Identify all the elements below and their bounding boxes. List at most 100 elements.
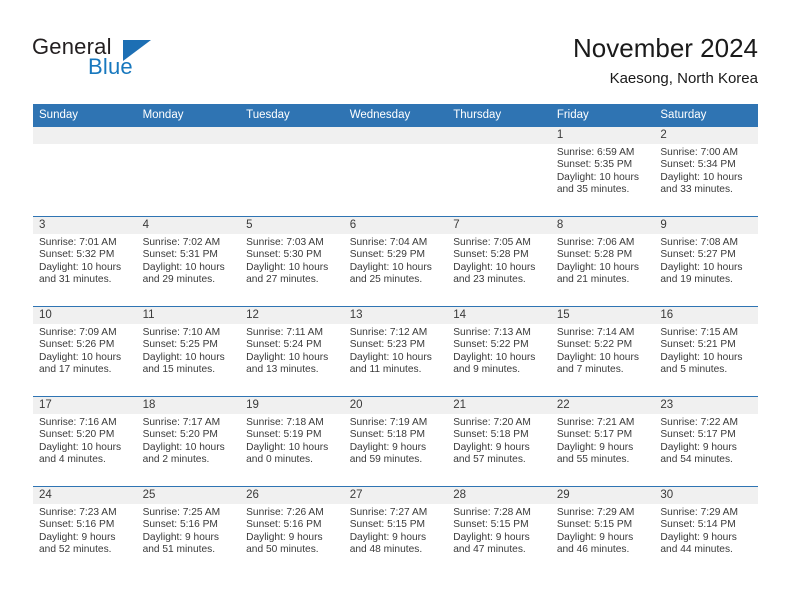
calendar-page: General Blue November 2024 Kaesong, Nort… (0, 0, 792, 612)
calendar-day-cell[interactable]: 17 Sunrise: 7:16 AM Sunset: 5:20 PM Dayligh… (33, 396, 137, 487)
calendar-day-cell[interactable]: 5 Sunrise: 7:03 AM Sunset: 5:30 PM Daylight… (240, 216, 344, 307)
day-number: 4 (136, 217, 241, 234)
daylight-text: Daylight: 9 hours and 54 minutes. (660, 441, 737, 466)
daylight-text: Daylight: 10 hours and 31 minutes. (39, 261, 122, 286)
sunset-text: Sunset: 5:22 PM (453, 339, 529, 351)
calendar-day-cell[interactable]: 8 Sunrise: 7:06 AM Sunset: 5:28 PM Daylight… (550, 216, 655, 307)
calendar-day-cell[interactable]: 30 Sunrise: 7:29 AM Sunset: 5:14 PM Dayligh… (654, 486, 758, 576)
day-details: Sunrise: 7:14 AM Sunset: 5:22 PM Daylight:… (551, 324, 655, 377)
day-number: 29 (550, 487, 655, 504)
day-details: Sunrise: 7:18 AM Sunset: 5:19 PM Daylight:… (240, 414, 344, 467)
daylight-text: Daylight: 9 hours and 52 minutes. (39, 531, 116, 556)
brand-logo[interactable]: General Blue (32, 34, 212, 84)
sunset-text: Sunset: 5:29 PM (349, 249, 426, 261)
calendar-table: Sunday Monday Tuesday Wednesday Thursday… (33, 104, 758, 576)
day-details: Sunrise: 7:05 AM Sunset: 5:28 PM Daylight:… (447, 234, 551, 287)
calendar-day-cell[interactable]: 23 Sunrise: 7:22 AM Sunset: 5:17 PM Dayligh… (654, 396, 758, 487)
day-details: Sunrise: 7:29 AM Sunset: 5:14 PM Daylight:… (654, 504, 758, 557)
calendar-body: 1 Sunrise: 6:59 AM Sunset: 5:35 PM Daylight… (33, 127, 758, 576)
day-details: Sunrise: 7:29 AM Sunset: 5:15 PM Daylight:… (551, 504, 655, 557)
sunset-text: Sunset: 5:34 PM (660, 159, 736, 171)
calendar-day-cell[interactable]: 20 Sunrise: 7:19 AM Sunset: 5:18 PM Dayligh… (343, 396, 448, 487)
sunset-text: Sunset: 5:32 PM (39, 249, 115, 261)
day-number: 26 (240, 487, 344, 504)
calendar-day-cell[interactable]: 4 Sunrise: 7:02 AM Sunset: 5:31 PM Daylight… (136, 216, 241, 307)
daylight-text: Daylight: 10 hours and 7 minutes. (556, 351, 639, 376)
calendar-day-cell[interactable]: 15 Sunrise: 7:14 AM Sunset: 5:22 PM Dayligh… (550, 306, 655, 397)
page-subtitle: Kaesong, North Korea (609, 70, 758, 87)
weekday-header-saturday: Saturday (654, 104, 758, 127)
sunset-text: Sunset: 5:19 PM (246, 429, 322, 441)
calendar-day-cell[interactable]: 28 Sunrise: 7:28 AM Sunset: 5:15 PM Dayligh… (447, 486, 551, 576)
sunrise-text: Sunrise: 7:13 AM (453, 327, 531, 338)
daylight-text: Daylight: 10 hours and 25 minutes. (349, 261, 432, 286)
sunrise-text: Sunrise: 7:01 AM (39, 237, 117, 248)
calendar-day-cell[interactable]: 3 Sunrise: 7:01 AM Sunset: 5:32 PM Daylight… (33, 216, 137, 307)
day-details: Sunrise: 7:25 AM Sunset: 5:16 PM Daylight:… (137, 504, 241, 557)
sunrise-text: Sunrise: 7:26 AM (246, 507, 324, 518)
calendar-day-cell[interactable]: 29 Sunrise: 7:29 AM Sunset: 5:15 PM Dayligh… (550, 486, 655, 576)
day-details: Sunrise: 7:08 AM Sunset: 5:27 PM Daylight:… (654, 234, 758, 287)
day-number: 23 (654, 397, 758, 414)
calendar-day-cell[interactable]: 1 Sunrise: 6:59 AM Sunset: 5:35 PM Daylight… (550, 127, 655, 217)
day-number: 8 (550, 217, 655, 234)
day-details: Sunrise: 7:26 AM Sunset: 5:16 PM Daylight:… (240, 504, 344, 557)
calendar-day-cell[interactable]: 10 Sunrise: 7:09 AM Sunset: 5:26 PM Dayligh… (33, 306, 137, 397)
calendar-day-cell[interactable]: 22 Sunrise: 7:21 AM Sunset: 5:17 PM Dayligh… (550, 396, 655, 487)
calendar-week-row: 3 Sunrise: 7:01 AM Sunset: 5:32 PM Daylight… (33, 216, 758, 307)
sunset-text: Sunset: 5:15 PM (556, 519, 633, 531)
calendar-day-cell[interactable]: 27 Sunrise: 7:27 AM Sunset: 5:15 PM Dayligh… (343, 486, 448, 576)
day-number: 21 (447, 397, 551, 414)
sunrise-text: Sunrise: 7:22 AM (660, 417, 738, 428)
calendar-day-cell[interactable]: 25 Sunrise: 7:25 AM Sunset: 5:16 PM Dayligh… (136, 486, 241, 576)
sunset-text: Sunset: 5:35 PM (556, 159, 633, 171)
calendar-day-cell[interactable]: 11 Sunrise: 7:10 AM Sunset: 5:25 PM Dayligh… (136, 306, 241, 397)
sunset-text: Sunset: 5:27 PM (660, 249, 736, 261)
day-number: 28 (447, 487, 551, 504)
day-details: Sunrise: 7:06 AM Sunset: 5:28 PM Daylight:… (551, 234, 655, 287)
calendar-day-cell[interactable]: 12 Sunrise: 7:11 AM Sunset: 5:24 PM Dayligh… (240, 306, 344, 397)
sunrise-text: Sunrise: 6:59 AM (556, 147, 635, 158)
calendar-day-cell[interactable]: 21 Sunrise: 7:20 AM Sunset: 5:18 PM Dayligh… (447, 396, 551, 487)
day-details: Sunrise: 7:10 AM Sunset: 5:25 PM Daylight:… (137, 324, 241, 377)
sunrise-text: Sunrise: 7:16 AM (39, 417, 117, 428)
calendar-day-cell[interactable]: 16 Sunrise: 7:15 AM Sunset: 5:21 PM Dayligh… (654, 306, 758, 397)
calendar-day-cell[interactable]: 7 Sunrise: 7:05 AM Sunset: 5:28 PM Daylight… (447, 216, 551, 307)
calendar-week-row: 17 Sunrise: 7:16 AM Sunset: 5:20 PM Dayligh… (33, 396, 758, 487)
calendar-day-cell[interactable]: 2 Sunrise: 7:00 AM Sunset: 5:34 PM Daylight… (654, 127, 758, 217)
day-details: Sunrise: 7:00 AM Sunset: 5:34 PM Daylight:… (654, 144, 758, 197)
day-details: Sunrise: 7:28 AM Sunset: 5:15 PM Daylight:… (447, 504, 551, 557)
calendar-day-cell[interactable]: 13 Sunrise: 7:12 AM Sunset: 5:23 PM Dayligh… (343, 306, 448, 397)
sunrise-text: Sunrise: 7:15 AM (660, 327, 738, 338)
day-details: Sunrise: 7:11 AM Sunset: 5:24 PM Daylight:… (240, 324, 344, 377)
calendar-header-row: Sunday Monday Tuesday Wednesday Thursday… (33, 104, 758, 127)
daylight-text: Daylight: 9 hours and 59 minutes. (349, 441, 427, 466)
sunrise-text: Sunrise: 7:04 AM (349, 237, 428, 248)
daylight-text: Daylight: 10 hours and 33 minutes. (660, 171, 743, 196)
sunset-text: Sunset: 5:31 PM (142, 249, 218, 261)
sunrise-text: Sunrise: 7:05 AM (453, 237, 531, 248)
calendar-day-cell[interactable]: 6 Sunrise: 7:04 AM Sunset: 5:29 PM Daylight… (343, 216, 448, 307)
day-details: Sunrise: 7:13 AM Sunset: 5:22 PM Daylight:… (447, 324, 551, 377)
sunset-text: Sunset: 5:15 PM (349, 519, 426, 531)
sunrise-text: Sunrise: 7:20 AM (453, 417, 531, 428)
calendar-day-cell[interactable]: 18 Sunrise: 7:17 AM Sunset: 5:20 PM Dayligh… (136, 396, 241, 487)
day-details: Sunrise: 7:20 AM Sunset: 5:18 PM Daylight:… (447, 414, 551, 467)
calendar-day-cell[interactable]: 14 Sunrise: 7:13 AM Sunset: 5:22 PM Dayligh… (447, 306, 551, 397)
calendar-day-cell[interactable]: 24 Sunrise: 7:23 AM Sunset: 5:16 PM Dayligh… (33, 486, 137, 576)
sunset-text: Sunset: 5:20 PM (39, 429, 115, 441)
sunrise-text: Sunrise: 7:27 AM (349, 507, 428, 518)
day-number: 16 (654, 307, 758, 324)
calendar-day-cell[interactable]: 9 Sunrise: 7:08 AM Sunset: 5:27 PM Daylight… (654, 216, 758, 307)
day-number: 15 (550, 307, 655, 324)
sunset-text: Sunset: 5:28 PM (453, 249, 529, 261)
logo-text-blue: Blue (88, 54, 133, 79)
calendar-day-cell[interactable]: 19 Sunrise: 7:18 AM Sunset: 5:19 PM Dayligh… (240, 396, 344, 487)
calendar-week-row: 24 Sunrise: 7:23 AM Sunset: 5:16 PM Dayligh… (33, 486, 758, 576)
calendar-cell-empty (343, 127, 448, 217)
calendar-day-cell[interactable]: 26 Sunrise: 7:26 AM Sunset: 5:16 PM Dayligh… (240, 486, 344, 576)
daylight-text: Daylight: 9 hours and 50 minutes. (246, 531, 323, 556)
daylight-text: Daylight: 10 hours and 5 minutes. (660, 351, 743, 376)
sunset-text: Sunset: 5:21 PM (660, 339, 736, 351)
day-number: 14 (447, 307, 551, 324)
